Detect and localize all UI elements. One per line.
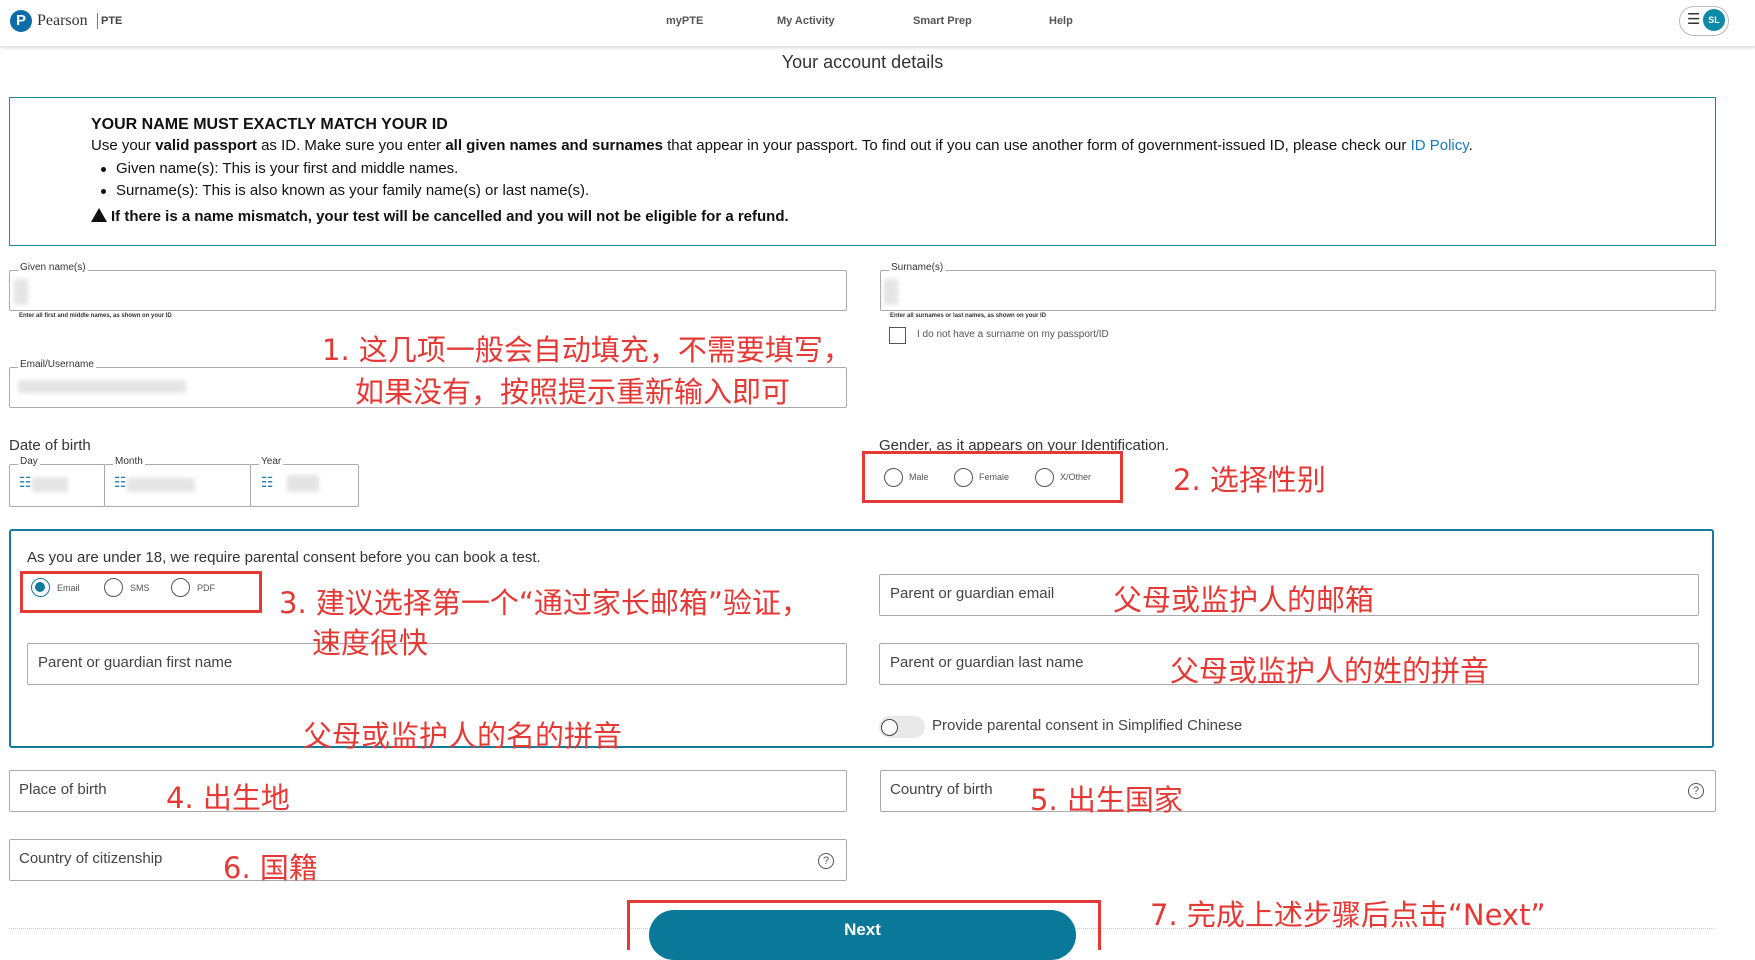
annotation-parent-last: 父母或监护人的姓的拼音 (1170, 654, 1490, 688)
notice-text-part: as ID. Make sure you enter (256, 137, 446, 154)
notice-text-end: . (1468, 137, 1473, 154)
dob-label: Date of birth (9, 437, 91, 454)
given-name-input[interactable] (9, 270, 847, 311)
pearson-logo-icon[interactable]: P (10, 10, 32, 32)
surname-input[interactable] (880, 270, 1716, 311)
notice-text-part: that appear in your passport. To find ou… (662, 137, 1411, 154)
notice-bold-names: all given names and surnames (445, 137, 663, 154)
chinese-consent-label: Provide parental consent in Simplified C… (932, 717, 1243, 734)
given-name-value-blurred (14, 279, 28, 305)
help-icon[interactable]: ? (1688, 783, 1704, 799)
nav-my-activity[interactable]: My Activity (777, 15, 835, 27)
country-of-birth-placeholder: Country of birth (890, 781, 993, 798)
parent-last-name-placeholder: Parent or guardian last name (890, 654, 1084, 671)
email-value-blurred (18, 380, 186, 393)
logo-divider (97, 13, 98, 29)
bullet-text: Surname(s): This is also known as your f… (116, 182, 590, 199)
surname-value-blurred (884, 279, 898, 305)
consent-text: As you are under 18, we require parental… (27, 549, 541, 566)
annotation-citizenship: 6. 国籍 (223, 851, 318, 885)
top-header (0, 0, 1755, 46)
list-icon: ☷ (114, 474, 127, 490)
place-of-birth-placeholder: Place of birth (19, 781, 107, 798)
annotation-gender: 2. 选择性别 (1173, 463, 1326, 497)
hamburger-icon[interactable]: ☰ (1687, 10, 1700, 28)
given-name-legend: Given name(s) (18, 262, 88, 273)
annotation-country-of-birth: 5. 出生国家 (1030, 783, 1183, 817)
logo-subtitle[interactable]: PTE (101, 15, 122, 27)
mismatch-warning: If there is a name mismatch, your test w… (91, 208, 789, 225)
email-legend: Email/Username (18, 359, 96, 370)
nav-help[interactable]: Help (1049, 15, 1073, 27)
dob-day-value-blurred (32, 477, 68, 492)
dob-day-legend: Day (18, 456, 40, 467)
dob-month-value-blurred (127, 478, 195, 492)
country-of-birth-select[interactable] (880, 770, 1716, 812)
nav-smart-prep[interactable]: Smart Prep (913, 15, 972, 27)
annotation-place-of-birth: 4. 出生地 (166, 781, 290, 815)
annotation-parent-email: 父母或监护人的邮箱 (1113, 583, 1375, 617)
annotation-consent-2: 速度很快 (312, 626, 429, 660)
citizenship-placeholder: Country of citizenship (19, 850, 163, 867)
annotation-consent-box (20, 571, 262, 613)
id-policy-link[interactable]: ID Policy (1411, 137, 1469, 154)
surname-hint: Enter all surnames or last names, as sho… (890, 313, 1047, 319)
notice-text-part: Use your (91, 137, 156, 154)
list-icon: ☷ (261, 474, 274, 490)
annotation-parent-first: 父母或监护人的名的拼音 (303, 719, 623, 753)
warning-icon (91, 208, 107, 222)
parent-first-name-placeholder: Parent or guardian first name (38, 654, 233, 671)
no-surname-checkbox[interactable] (889, 327, 906, 344)
annotation-autofill-1: 1. 这几项一般会自动填充，不需要填写， (322, 333, 852, 367)
avatar[interactable]: SL (1703, 9, 1725, 31)
warning-text: If there is a name mismatch, your test w… (111, 208, 789, 225)
dob-year-legend: Year (259, 456, 284, 467)
notice-text: Use your valid passport as ID. Make sure… (91, 137, 1473, 154)
place-of-birth-input[interactable] (9, 770, 847, 812)
notice-bold-passport: valid passport (155, 137, 257, 154)
dob-month-legend: Month (113, 456, 145, 467)
list-icon: ☷ (19, 474, 32, 490)
help-icon[interactable]: ? (818, 853, 834, 869)
annotation-gender-box (862, 451, 1123, 503)
notice-bullet-given: Given name(s): This is your first and mi… (101, 160, 458, 177)
annotation-consent-1: 3. 建议选择第一个“通过家长邮箱”验证， (279, 586, 810, 620)
dob-year-value-blurred (287, 475, 319, 492)
page-title: Your account details (781, 52, 944, 72)
given-name-hint: Enter all first and middle names, as sho… (19, 313, 172, 319)
toggle-knob[interactable] (881, 719, 898, 736)
annotation-next-box (627, 900, 1101, 950)
notice-bullet-surname: Surname(s): This is also known as your f… (101, 182, 589, 199)
parent-email-placeholder: Parent or guardian email (890, 585, 1055, 602)
notice-heading: YOUR NAME MUST EXACTLY MATCH YOUR ID (91, 116, 448, 133)
no-surname-label: I do not have a surname on my passport/I… (917, 329, 1109, 340)
surname-legend: Surname(s) (889, 262, 946, 273)
logo-text[interactable]: Pearson (37, 12, 88, 30)
nav-mypte[interactable]: myPTE (666, 15, 703, 27)
annotation-autofill-2: 如果没有，按照提示重新输入即可 (355, 375, 791, 409)
annotation-next: 7. 完成上述步骤后点击“Next” (1150, 898, 1546, 932)
bullet-text: Given name(s): This is your first and mi… (116, 160, 459, 177)
